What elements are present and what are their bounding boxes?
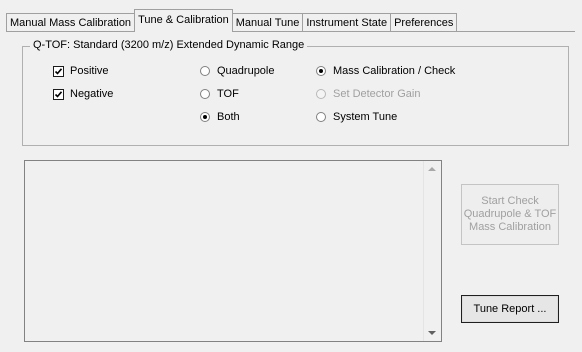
- tof-radio[interactable]: TOF: [200, 88, 239, 100]
- both-radio[interactable]: Both: [200, 111, 240, 123]
- start-check-button[interactable]: Start Check Quadrupole & TOF Mass Calibr…: [461, 184, 559, 245]
- negative-label: Negative: [70, 88, 114, 100]
- both-label: Both: [217, 111, 240, 123]
- positive-label: Positive: [70, 65, 109, 77]
- tab-manual-mass-calibration[interactable]: Manual Mass Calibration: [6, 13, 136, 32]
- scroll-up-icon[interactable]: [428, 167, 436, 171]
- radio-circle[interactable]: [200, 112, 210, 122]
- vertical-scrollbar[interactable]: [423, 161, 441, 341]
- scroll-down-icon[interactable]: [428, 331, 436, 335]
- radio-circle[interactable]: [316, 89, 326, 99]
- tab-instrument-state[interactable]: Instrument State: [302, 13, 392, 32]
- tab-divider: [6, 31, 575, 32]
- system-tune-label: System Tune: [333, 111, 398, 123]
- mass-calibration-radio[interactable]: Mass Calibration / Check: [316, 65, 455, 77]
- system-tune-radio[interactable]: System Tune: [316, 111, 397, 123]
- checkmark-icon: [54, 67, 63, 75]
- checkbox-box[interactable]: [53, 88, 64, 100]
- start-check-label: Start Check Quadrupole & TOF Mass Calibr…: [463, 195, 557, 233]
- radio-selected-dot: [203, 115, 207, 119]
- tof-label: TOF: [217, 88, 239, 100]
- positive-checkbox[interactable]: Positive: [53, 65, 109, 77]
- quadrupole-label: Quadrupole: [217, 65, 275, 77]
- checkmark-icon: [54, 90, 63, 98]
- radio-circle[interactable]: [316, 66, 326, 76]
- negative-checkbox[interactable]: Negative: [53, 88, 113, 100]
- radio-circle[interactable]: [200, 89, 210, 99]
- mass-calibration-label: Mass Calibration / Check: [333, 65, 456, 77]
- radio-selected-dot: [319, 69, 323, 73]
- radio-circle[interactable]: [316, 112, 326, 122]
- tab-tune-calibration[interactable]: Tune & Calibration: [134, 9, 233, 32]
- tab-strip: Manual Mass Calibration Tune & Calibrati…: [6, 8, 458, 32]
- set-detector-gain-label: Set Detector Gain: [333, 88, 421, 100]
- radio-circle[interactable]: [200, 66, 210, 76]
- checkbox-box[interactable]: [53, 65, 64, 77]
- tune-report-button[interactable]: Tune Report ...: [461, 295, 559, 323]
- tab-preferences[interactable]: Preferences: [390, 13, 458, 32]
- tune-report-label: Tune Report ...: [473, 302, 547, 315]
- group-title: Q-TOF: Standard (3200 m/z) Extended Dyna…: [30, 39, 308, 51]
- log-textarea[interactable]: [24, 160, 442, 342]
- set-detector-gain-radio[interactable]: Set Detector Gain: [316, 88, 420, 100]
- tab-manual-tune[interactable]: Manual Tune: [231, 13, 304, 32]
- quadrupole-radio[interactable]: Quadrupole: [200, 65, 275, 77]
